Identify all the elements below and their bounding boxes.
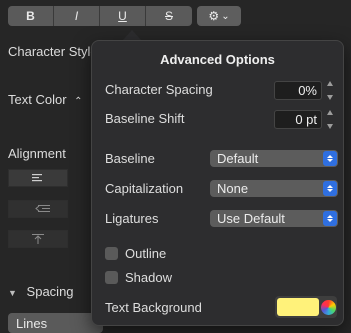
stepper-up-icon <box>326 110 333 115</box>
stepper-up-icon <box>326 81 333 86</box>
checkbox-box <box>105 247 118 260</box>
alignment-row-2 <box>8 200 68 218</box>
text-color-label[interactable]: Text Color ⌃ <box>8 92 83 107</box>
capitalization-value: None <box>217 181 249 196</box>
color-swatch[interactable] <box>277 298 319 316</box>
gear-icon: ⚙ <box>208 9 220 23</box>
character-spacing-stepper[interactable] <box>324 81 335 100</box>
baseline-shift-stepper[interactable] <box>324 110 335 129</box>
character-styles-label: Character Style <box>8 44 98 59</box>
align-left-icon <box>32 174 42 182</box>
alignment-row-3 <box>8 230 68 248</box>
shadow-label: Shadow <box>125 270 172 285</box>
decrease-indent-button[interactable] <box>8 200 68 218</box>
stepper-down-icon <box>326 95 333 100</box>
font-style-buttons: B I U S <box>8 6 192 26</box>
advanced-options-button[interactable]: ⚙ ⌄ <box>197 6 241 26</box>
spacing-label: Spacing <box>26 284 74 299</box>
outline-checkbox[interactable]: Outline <box>105 246 166 261</box>
checkbox-box <box>105 271 118 284</box>
italic-button[interactable]: I <box>54 6 100 26</box>
capitalization-label: Capitalization <box>105 181 184 196</box>
ligatures-select[interactable]: Use Default <box>210 210 338 227</box>
align-top-icon <box>32 234 44 244</box>
select-arrows-icon <box>323 211 337 226</box>
baseline-value: Default <box>217 151 259 166</box>
bold-button[interactable]: B <box>8 6 54 26</box>
ligatures-label: Ligatures <box>105 211 159 226</box>
baseline-label: Baseline <box>105 151 155 166</box>
baseline-shift-label: Baseline Shift <box>105 111 185 126</box>
select-arrows-icon <box>323 181 337 196</box>
stepper-down-icon <box>326 124 333 129</box>
decrease-indent-icon <box>35 205 50 212</box>
text-background-color-well[interactable] <box>275 296 337 318</box>
text-background-label: Text Background <box>105 300 202 315</box>
color-wheel-icon[interactable] <box>321 299 336 315</box>
shadow-checkbox[interactable]: Shadow <box>105 270 172 285</box>
text-color-text: Text Color <box>8 92 67 107</box>
ligatures-value: Use Default <box>217 211 285 226</box>
strikethrough-button[interactable]: S <box>146 6 192 26</box>
outline-label: Outline <box>125 246 167 261</box>
chevron-down-icon: ⌄ <box>221 10 230 22</box>
capitalization-select[interactable]: None <box>210 180 338 197</box>
alignment-label: Alignment <box>8 146 66 161</box>
align-left-button[interactable] <box>8 169 68 187</box>
character-spacing-label: Character Spacing <box>105 82 213 97</box>
spacing-section[interactable]: ▼ Spacing <box>8 284 74 299</box>
underline-button[interactable]: U <box>100 6 146 26</box>
advanced-options-popover: Advanced Options Character Spacing 0% Ba… <box>91 40 344 326</box>
line-spacing-select[interactable]: Lines <box>8 313 103 333</box>
baseline-shift-field[interactable]: 0 pt <box>274 110 322 129</box>
character-spacing-field[interactable]: 0% <box>274 81 322 100</box>
baseline-select[interactable]: Default <box>210 150 338 167</box>
align-top-button[interactable] <box>8 230 68 248</box>
select-arrows-icon <box>323 151 337 166</box>
popover-title: Advanced Options <box>160 52 275 67</box>
alignment-row-1 <box>8 169 68 187</box>
disclosure-triangle-icon: ▼ <box>8 288 17 298</box>
text-color-toggle-icon: ⌃ <box>74 96 83 107</box>
